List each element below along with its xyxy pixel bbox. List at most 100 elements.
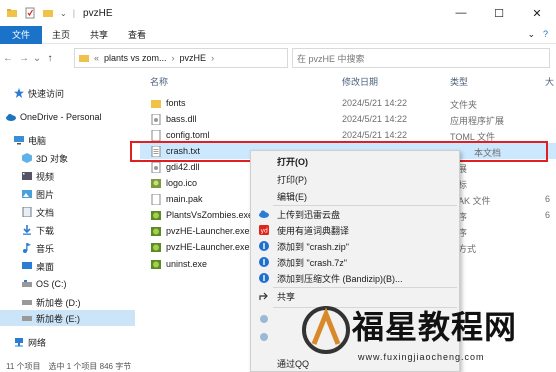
up-button[interactable]: ↑ [42, 53, 58, 64]
sidebar-item-desktop[interactable]: 桌面 [22, 258, 157, 274]
menu-item-label: 添加到 "crash.zip" [277, 241, 349, 252]
column-headers: 名称 修改日期 类型 大 [140, 72, 556, 88]
title-bar: ⌄ | pvzHE — ☐ ✕ [0, 0, 556, 26]
column-header-name[interactable]: 名称 [150, 75, 168, 88]
file-date: 2024/5/21 14:22 [342, 130, 408, 140]
menu-item-label: 打印(P) [277, 174, 307, 185]
file-icon [151, 194, 161, 205]
watermark-logo-icon [302, 306, 350, 354]
sidebar-item-label: 桌面 [36, 261, 55, 272]
menu-item-label: 添加到压缩文件 (Bandizip)(B)... [277, 273, 403, 284]
menu-item-add-zip[interactable]: 添加到 "crash.zip" [251, 238, 459, 254]
forward-button[interactable]: → [16, 53, 32, 64]
sidebar-item-this-pc[interactable]: 电脑 [14, 132, 149, 148]
watermark-text: 福星教程网 [352, 308, 518, 346]
close-button[interactable]: ✕ [518, 0, 556, 26]
cloud-icon [6, 114, 16, 121]
sidebar-item-documents[interactable]: 文档 [22, 204, 157, 220]
help-icon[interactable]: ? [543, 29, 548, 40]
menu-item-label: 使用有道词典翻译 [277, 225, 350, 236]
sidebar-item-drive-c[interactable]: OS (C:) [22, 276, 157, 292]
app-icon [260, 333, 268, 341]
sidebar-item-music[interactable]: 音乐 [22, 240, 157, 256]
ribbon-tabs: 文件 主页 共享 查看 ⌄ ? [0, 25, 556, 44]
sidebar-item-quick-access[interactable]: 快速访问 [14, 85, 149, 101]
column-header-type[interactable]: 类型 [450, 75, 468, 88]
tab-home[interactable]: 主页 [42, 26, 80, 44]
column-header-modified[interactable]: 修改日期 [342, 75, 378, 88]
expand-ribbon-icon[interactable]: ⌄ [527, 29, 535, 40]
breadcrumb-chevron-icon: › [171, 53, 175, 63]
menu-item-print[interactable]: 打印(P) [251, 171, 459, 187]
sidebar-item-label: 网络 [28, 337, 47, 348]
sidebar-item-label: 图片 [36, 189, 55, 200]
dll-icon [151, 114, 161, 125]
document-icon [22, 207, 32, 217]
file-size: 6 [545, 210, 551, 220]
tab-view[interactable]: 查看 [118, 26, 156, 44]
status-bar: 11 个项目 选中 1 个项目 846 字节 [0, 360, 556, 372]
column-header-size[interactable]: 大 [545, 75, 554, 88]
sidebar-item-label: 新加卷 (E:) [36, 313, 80, 324]
address-row: ← → ⌄ ↑ « plants vs zom... › pvzHE › 在 p… [0, 45, 556, 71]
menu-item-label: 编辑(E) [277, 191, 307, 202]
breadcrumb-chevron-icon: › [211, 53, 215, 63]
sidebar-item-pictures[interactable]: 图片 [22, 186, 157, 202]
drive-icon [22, 280, 32, 287]
file-name: PlantsVsZombies.exe [166, 210, 254, 220]
youdao-icon: yd [259, 225, 269, 235]
menu-item-label: 打开(O) [277, 156, 308, 167]
drive-icon [22, 300, 32, 305]
sidebar-item-label: OneDrive - Personal [20, 112, 102, 122]
sidebar-item-label: 文档 [36, 207, 55, 218]
sidebar-item-videos[interactable]: 视频 [22, 168, 157, 184]
thunder-cloud-icon [259, 210, 269, 218]
table-row[interactable]: fonts 2024/5/21 14:22 文件夹 [140, 95, 556, 111]
menu-item-label: 上传到迅雷云盘 [277, 209, 341, 220]
sidebar-item-downloads[interactable]: 下载 [22, 222, 157, 238]
new-folder-icon[interactable] [42, 7, 54, 19]
file-type: 应用程序扩展 [450, 116, 505, 126]
search-input[interactable]: 在 pvzHE 中搜索 [292, 48, 550, 68]
drive-icon [22, 316, 32, 321]
back-button[interactable]: ← [0, 53, 16, 64]
file-name: logo.ico [166, 178, 198, 188]
menu-item-edit[interactable]: 编辑(E) [251, 188, 459, 204]
maximize-button[interactable]: ☐ [480, 0, 518, 26]
window-title: pvzHE [83, 7, 113, 19]
bandizip-icon [259, 273, 269, 283]
properties-icon[interactable] [24, 7, 36, 19]
item-count: 11 个项目 [6, 361, 41, 371]
exe-icon [151, 260, 161, 269]
file-type: 方式 [458, 244, 477, 254]
file-name: pvzHE-Launcher.exe [166, 226, 250, 236]
address-bar[interactable]: « plants vs zom... › pvzHE › [74, 48, 288, 68]
folder-icon[interactable] [6, 7, 18, 19]
recent-locations-button[interactable]: ⌄ [32, 53, 42, 64]
menu-item-youdao-translate[interactable]: yd 使用有道词典翻译 [251, 222, 459, 238]
sidebar-item-onedrive[interactable]: OneDrive - Personal [6, 109, 141, 125]
sidebar-item-label: 音乐 [36, 243, 55, 254]
table-row[interactable]: bass.dll 2024/5/21 14:22 应用程序扩展 [140, 111, 556, 127]
file-name: gdi42.dll [166, 162, 200, 172]
sidebar-item-network[interactable]: 网络 [14, 334, 149, 350]
file-type: 文件夹 [450, 100, 478, 110]
desktop-icon [22, 262, 32, 269]
exe-icon [151, 227, 161, 236]
menu-item-add-7z[interactable]: 添加到 "crash.7z" [251, 254, 459, 270]
menu-item-add-archive-bandizip[interactable]: 添加到压缩文件 (Bandizip)(B)... [251, 270, 459, 286]
tab-file[interactable]: 文件 [0, 25, 43, 44]
bandizip-icon [259, 257, 269, 267]
breadcrumb-current[interactable]: pvzHE [180, 53, 207, 63]
menu-item-open[interactable]: 打开(O) [251, 153, 459, 169]
tab-share[interactable]: 共享 [80, 26, 118, 44]
menu-item-label: 添加到 "crash.7z" [277, 257, 347, 268]
qat-dropdown-icon[interactable]: ⌄ [60, 9, 67, 18]
sidebar-item-drive-d[interactable]: 新加卷 (D:) [22, 294, 157, 310]
sidebar-item-drive-e[interactable]: 新加卷 (E:) [0, 310, 135, 326]
menu-item-upload-thunder[interactable]: 上传到迅雷云盘 [251, 206, 459, 222]
window-controls: — ☐ ✕ [442, 0, 556, 26]
breadcrumb-parent[interactable]: plants vs zom... [104, 53, 167, 63]
sidebar-item-label: 下载 [36, 225, 55, 236]
minimize-button[interactable]: — [442, 0, 480, 26]
